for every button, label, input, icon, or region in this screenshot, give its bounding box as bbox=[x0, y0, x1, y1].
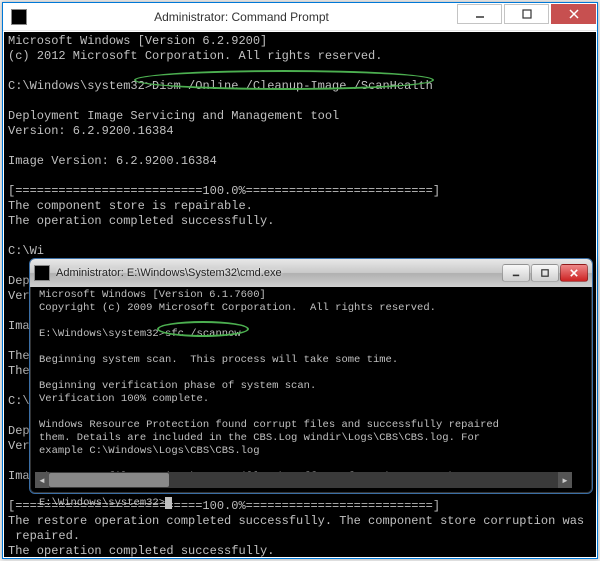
prompt-path: E:\Windows\system32> bbox=[39, 328, 165, 340]
command-dism: Dism /Online /Cleanup-Image /ScanHealth bbox=[152, 79, 433, 93]
cmd-icon bbox=[34, 265, 50, 281]
text-line: Verification 100% complete. bbox=[39, 393, 209, 405]
window-title-front: Administrator: E:\Windows\System32\cmd.e… bbox=[56, 267, 501, 279]
text-line: example C:\Windows\Logs\CBS\CBS.log bbox=[39, 445, 260, 457]
terminal-output-front[interactable]: Microsoft Windows [Version 6.1.7600] Cop… bbox=[35, 287, 587, 488]
text-line: The operation completed successfully. bbox=[8, 544, 274, 557]
window-controls-back bbox=[456, 3, 597, 30]
text-line: Windows Resource Protection found corrup… bbox=[39, 419, 499, 431]
text-line: The component store is repairable. bbox=[8, 199, 253, 213]
window-title-back: Administrator: Command Prompt bbox=[27, 10, 456, 24]
scroll-right-arrow-icon[interactable]: ► bbox=[558, 472, 572, 488]
text-line: The operation completed successfully. bbox=[8, 214, 274, 228]
titlebar-back[interactable]: Administrator: Command Prompt bbox=[3, 3, 597, 31]
command-sfc: sfc /scannow bbox=[165, 328, 241, 340]
minimize-button[interactable] bbox=[457, 4, 502, 24]
horizontal-scrollbar[interactable]: ◄ ► bbox=[35, 472, 572, 488]
scrollbar-thumb[interactable] bbox=[49, 473, 169, 487]
scroll-left-arrow-icon[interactable]: ◄ bbox=[35, 472, 49, 488]
maximize-button[interactable] bbox=[504, 4, 549, 24]
minimize-button[interactable] bbox=[502, 264, 530, 282]
cmd-icon bbox=[11, 9, 27, 25]
prompt-path: C:\Windows\system32> bbox=[8, 79, 152, 93]
text-line: (c) 2012 Microsoft Corporation. All righ… bbox=[8, 49, 382, 63]
text-line: Image Version: 6.2.9200.16384 bbox=[8, 154, 217, 168]
text-line: Copyright (c) 2009 Microsoft Corporation… bbox=[39, 302, 436, 314]
text-line: C:\Wi bbox=[8, 244, 44, 258]
titlebar-front[interactable]: Administrator: E:\Windows\System32\cmd.e… bbox=[30, 259, 592, 287]
text-line: Microsoft Windows [Version 6.1.7600] bbox=[39, 289, 266, 301]
text-line: Microsoft Windows [Version 6.2.9200] bbox=[8, 34, 267, 48]
close-button[interactable] bbox=[551, 4, 596, 24]
text-line: Beginning verification phase of system s… bbox=[39, 380, 316, 392]
text-line: Deployment Image Servicing and Managemen… bbox=[8, 109, 339, 123]
text-line: them. Details are included in the CBS.Lo… bbox=[39, 432, 480, 444]
text-line: Beginning system scan. This process will… bbox=[39, 354, 398, 366]
text-line: The restore operation completed successf… bbox=[8, 514, 584, 528]
prompt-path: E:\Windows\system32> bbox=[39, 497, 165, 509]
cursor bbox=[165, 497, 172, 509]
maximize-button[interactable] bbox=[531, 264, 559, 282]
command-prompt-window-front: Administrator: E:\Windows\System32\cmd.e… bbox=[29, 258, 593, 494]
window-controls-front bbox=[501, 264, 588, 282]
text-line: Version: 6.2.9200.16384 bbox=[8, 124, 174, 138]
progress-bar: [==========================100.0%=======… bbox=[8, 184, 440, 198]
close-button[interactable] bbox=[560, 264, 588, 282]
